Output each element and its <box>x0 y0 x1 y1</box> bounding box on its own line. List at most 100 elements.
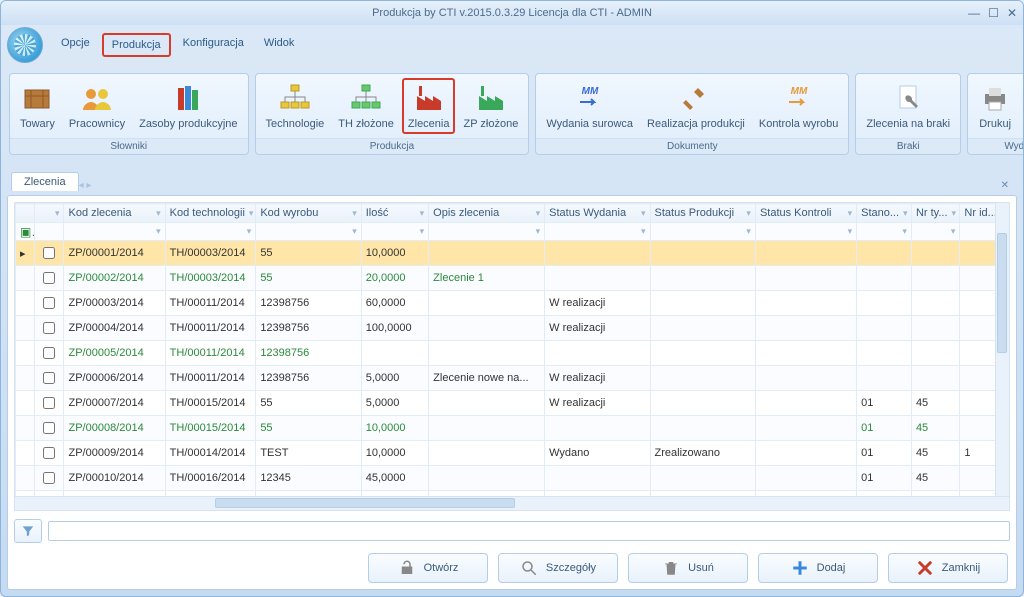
cell-kod-wyrobu[interactable]: 12398756 <box>256 366 361 391</box>
cell-kod-wyrobu[interactable]: 55 <box>256 416 361 441</box>
cell-status-produkcji[interactable] <box>650 291 755 316</box>
cell-kod-wyrobu[interactable]: 12345 <box>256 466 361 491</box>
funnel-icon[interactable]: ▾ <box>641 208 646 219</box>
cell-kod-technologii[interactable]: TH/00011/2014 <box>165 341 256 366</box>
funnel-icon[interactable]: ▾ <box>352 226 357 237</box>
table-row[interactable]: ZP/00009/2014TH/00014/2014TEST10,0000Wyd… <box>16 441 1009 466</box>
row-checkbox[interactable] <box>43 472 55 484</box>
cell-stano[interactable]: 01 <box>857 441 912 466</box>
filter-cell[interactable]: ▣ <box>16 223 35 241</box>
cell-opis[interactable] <box>429 316 545 341</box>
cell-kod-zlecenia[interactable]: ZP/00001/2014 <box>64 241 165 266</box>
ribbon-wydania-surowca[interactable]: MMWydania surowca <box>540 78 639 134</box>
row-checkbox-cell[interactable] <box>34 341 64 366</box>
cell-kod-wyrobu[interactable]: 55 <box>256 266 361 291</box>
funnel-icon[interactable]: ▾ <box>746 226 751 237</box>
funnel-icon[interactable]: ▾ <box>848 208 853 219</box>
cell-kod-zlecenia[interactable]: ZP/00008/2014 <box>64 416 165 441</box>
funnel-icon[interactable]: ▾ <box>641 226 646 237</box>
cell-ilosc[interactable]: 5,0000 <box>361 391 428 416</box>
cell-status-kontroli[interactable] <box>755 391 856 416</box>
cell-status-produkcji[interactable] <box>650 466 755 491</box>
ribbon-realizacja-produkcji[interactable]: Realizacja produkcji <box>641 78 751 134</box>
cell-status-produkcji[interactable] <box>650 416 755 441</box>
menu-item-konfiguracja[interactable]: Konfiguracja <box>175 33 252 57</box>
cell-ilosc[interactable]: 10,0000 <box>361 441 428 466</box>
row-checkbox[interactable] <box>43 397 55 409</box>
row-checkbox[interactable] <box>43 447 55 459</box>
cell-opis[interactable]: Zlecenie 1 <box>429 266 545 291</box>
cell-nr-ty[interactable]: 45 <box>911 391 959 416</box>
cell-status-kontroli[interactable] <box>755 266 856 291</box>
cell-kod-technologii[interactable]: TH/00015/2014 <box>165 391 256 416</box>
column-header[interactable]: Kod zlecenia▾ <box>64 204 165 223</box>
cell-nr-ty[interactable] <box>911 341 959 366</box>
cell-status-kontroli[interactable] <box>755 291 856 316</box>
column-header[interactable]: Opis zlecenia▾ <box>429 204 545 223</box>
open-button[interactable]: Otwórz <box>368 553 488 583</box>
cell-status-produkcji[interactable]: Zrealizowano <box>650 441 755 466</box>
funnel-icon[interactable]: ▾ <box>420 226 425 237</box>
vertical-scrollbar-thumb[interactable] <box>997 233 1007 353</box>
funnel-icon[interactable]: ▾ <box>951 226 956 237</box>
new-row-icon[interactable]: ▣ <box>20 225 34 239</box>
maximize-icon[interactable]: ☐ <box>988 6 999 20</box>
row-checkbox[interactable] <box>43 297 55 309</box>
table-row[interactable]: ZP/00003/2014TH/00011/20141239875660,000… <box>16 291 1009 316</box>
table-row[interactable]: ZP/00005/2014TH/00011/201412398756 <box>16 341 1009 366</box>
column-header[interactable]: Status Produkcji▾ <box>650 204 755 223</box>
filter-cell[interactable]: ▾ <box>64 223 165 241</box>
filter-cell[interactable]: ▾ <box>256 223 361 241</box>
cell-ilosc[interactable]: 10,0000 <box>361 416 428 441</box>
cell-kod-wyrobu[interactable]: 12398756 <box>256 341 361 366</box>
column-header[interactable]: Kod wyrobu▾ <box>256 204 361 223</box>
cell-kod-technologii[interactable]: TH/00011/2014 <box>165 366 256 391</box>
cell-ilosc[interactable]: 5,0000 <box>361 366 428 391</box>
tab-zlecenia[interactable]: Zlecenia <box>11 172 79 191</box>
cell-status-wydania[interactable] <box>545 241 650 266</box>
cell-kod-wyrobu[interactable]: 12398756 <box>256 316 361 341</box>
column-header[interactable]: Ilość▾ <box>361 204 428 223</box>
funnel-icon[interactable]: ▾ <box>952 208 957 219</box>
cell-status-produkcji[interactable] <box>650 241 755 266</box>
column-header[interactable] <box>16 204 35 223</box>
cell-stano[interactable]: 01 <box>857 391 912 416</box>
cell-ilosc[interactable]: 20,0000 <box>361 266 428 291</box>
column-header[interactable]: Status Kontroli▾ <box>755 204 856 223</box>
filter-cell[interactable]: ▾ <box>545 223 650 241</box>
cell-status-wydania[interactable] <box>545 416 650 441</box>
cell-ilosc[interactable]: 60,0000 <box>361 291 428 316</box>
cell-opis[interactable] <box>429 291 545 316</box>
row-checkbox[interactable] <box>43 272 55 284</box>
row-checkbox-cell[interactable] <box>34 416 64 441</box>
cell-ilosc[interactable] <box>361 341 428 366</box>
horizontal-scrollbar-thumb[interactable] <box>215 498 515 508</box>
cell-opis[interactable] <box>429 441 545 466</box>
filter-cell[interactable]: ▾ <box>650 223 755 241</box>
filter-cell[interactable] <box>34 223 64 241</box>
cell-kod-zlecenia[interactable]: ZP/00004/2014 <box>64 316 165 341</box>
filter-cell[interactable]: ▾ <box>165 223 256 241</box>
cell-status-wydania[interactable]: W realizacji <box>545 391 650 416</box>
delete-button[interactable]: Usuń <box>628 553 748 583</box>
cell-status-kontroli[interactable] <box>755 416 856 441</box>
cell-status-wydania[interactable] <box>545 466 650 491</box>
filter-cell[interactable]: ▾ <box>911 223 959 241</box>
cell-status-kontroli[interactable] <box>755 316 856 341</box>
cell-status-kontroli[interactable] <box>755 241 856 266</box>
cell-nr-ty[interactable] <box>911 266 959 291</box>
row-checkbox-cell[interactable] <box>34 266 64 291</box>
cell-kod-zlecenia[interactable]: ZP/00010/2014 <box>64 466 165 491</box>
table-row[interactable]: ZP/00006/2014TH/00011/2014123987565,0000… <box>16 366 1009 391</box>
ribbon-towary[interactable]: Towary <box>14 78 61 134</box>
funnel-icon[interactable]: ▾ <box>536 226 541 237</box>
cell-kod-wyrobu[interactable]: 12398756 <box>256 291 361 316</box>
row-checkbox-cell[interactable] <box>34 366 64 391</box>
cell-kod-zlecenia[interactable]: ZP/00009/2014 <box>64 441 165 466</box>
cell-stano[interactable] <box>857 291 912 316</box>
column-header[interactable]: Stano...▾ <box>857 204 912 223</box>
row-checkbox-cell[interactable] <box>34 391 64 416</box>
column-header[interactable]: Kod technologii▾ <box>165 204 256 223</box>
cell-opis[interactable] <box>429 241 545 266</box>
cell-nr-ty[interactable] <box>911 291 959 316</box>
